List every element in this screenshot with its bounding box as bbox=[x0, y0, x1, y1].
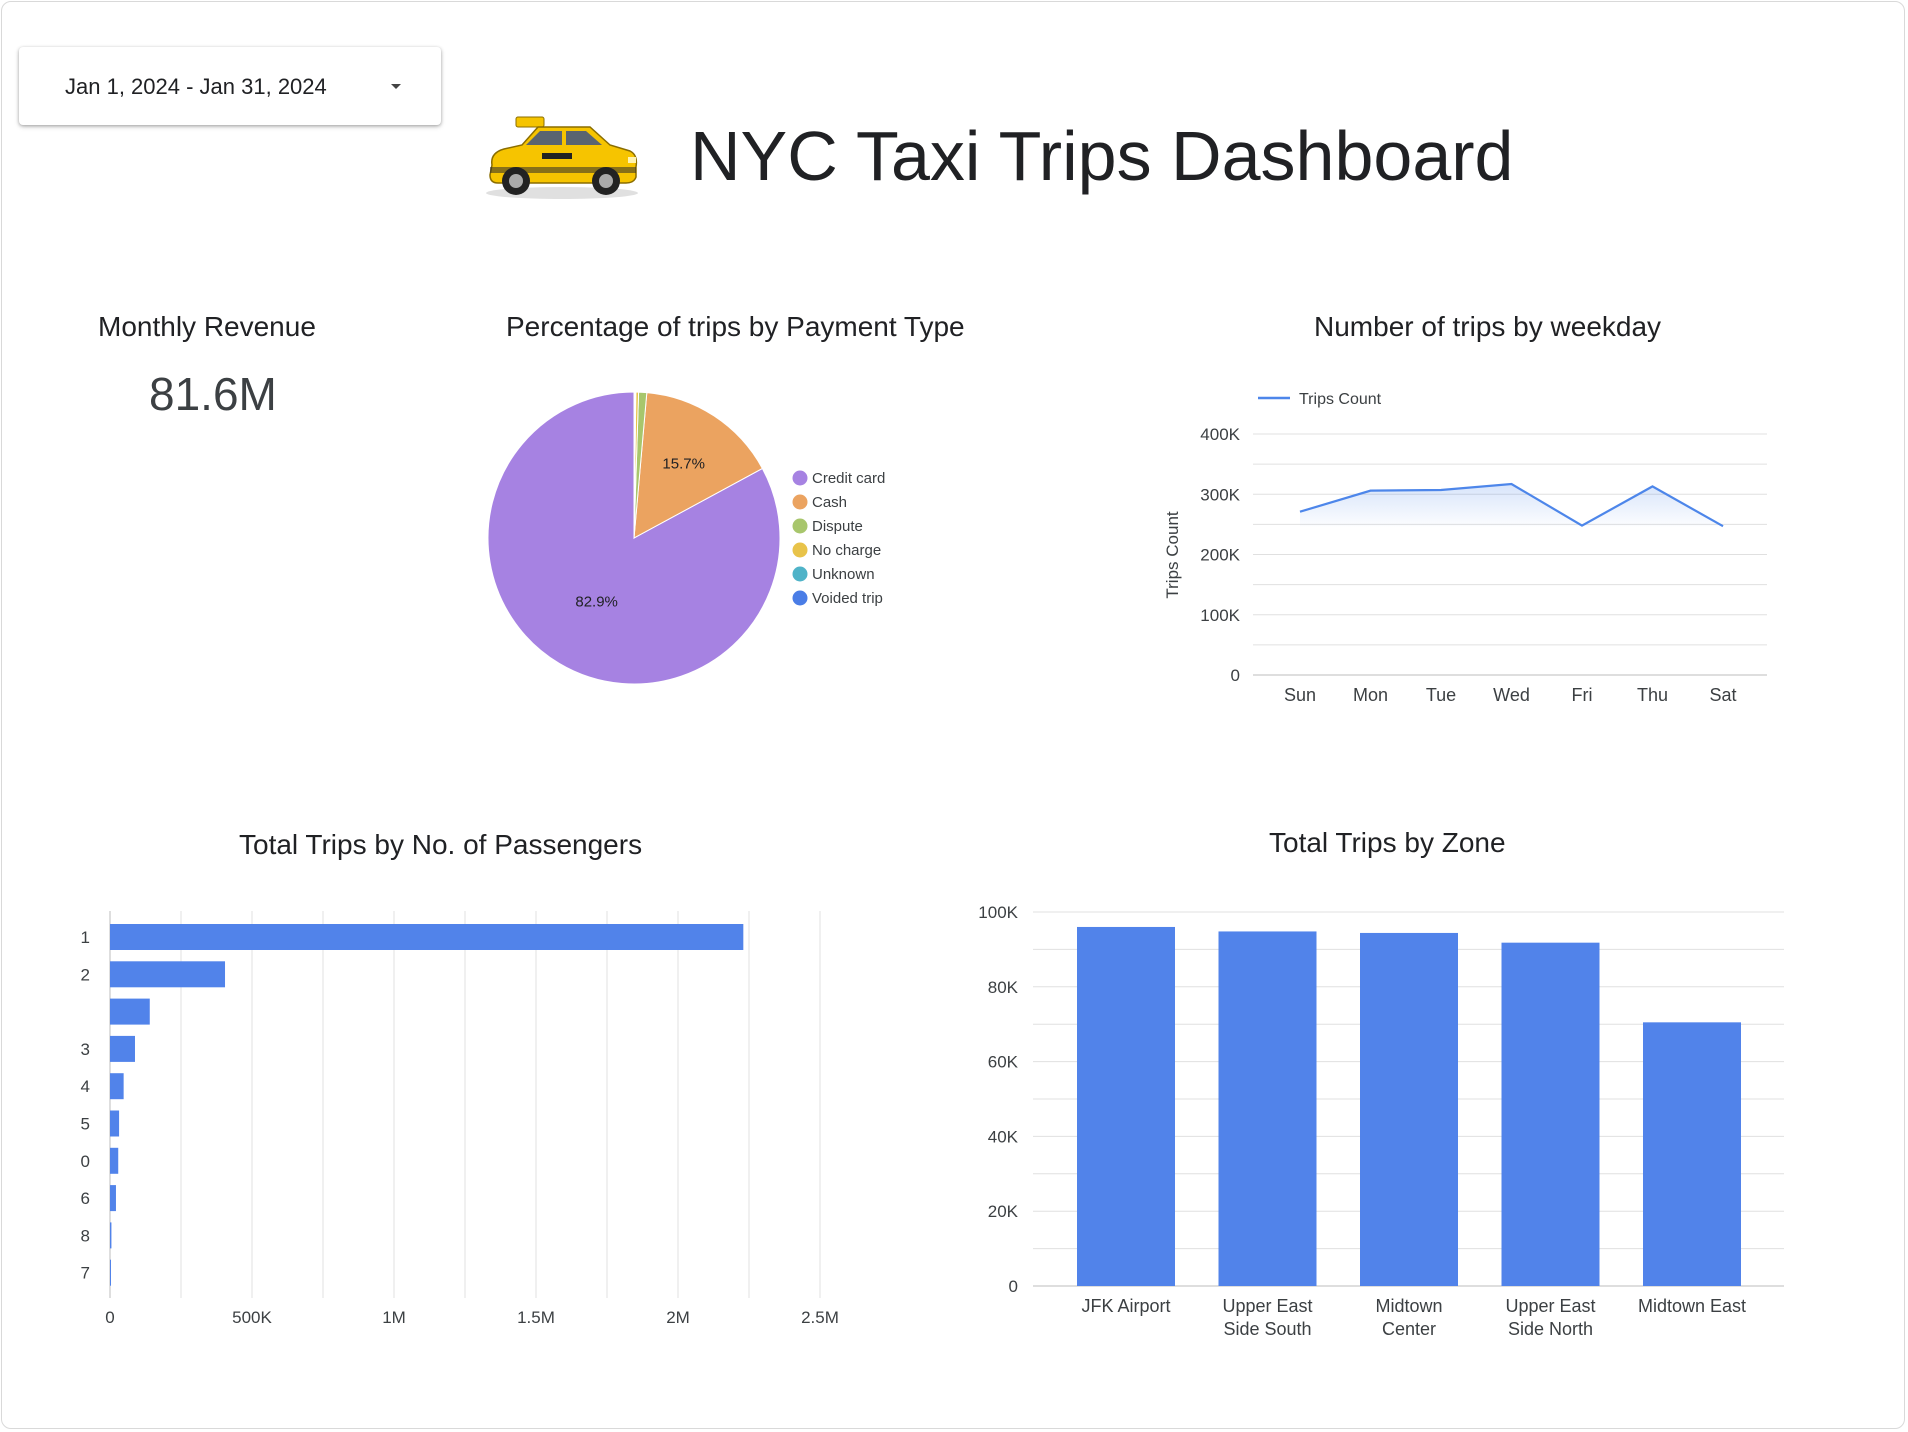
date-range-picker[interactable]: Jan 1, 2024 - Jan 31, 2024 bbox=[19, 47, 441, 125]
payment-chart-title: Percentage of trips by Payment Type bbox=[506, 311, 965, 342]
dashboard-frame bbox=[1, 1, 1905, 1429]
passengers-chart-title: Total Trips by No. of Passengers bbox=[239, 829, 643, 860]
kpi-title: Monthly Revenue bbox=[98, 311, 316, 342]
zones-chart-title: Total Trips by Zone bbox=[1269, 827, 1506, 858]
kpi-value: 81.6M bbox=[149, 368, 277, 420]
page-title: NYC Taxi Trips Dashboard bbox=[690, 117, 1514, 195]
date-range-label: Jan 1, 2024 - Jan 31, 2024 bbox=[65, 74, 327, 99]
dropdown-caret-icon bbox=[391, 84, 401, 89]
taxi-cab-icon bbox=[486, 116, 638, 199]
weekday-chart-title: Number of trips by weekday bbox=[1314, 311, 1662, 342]
